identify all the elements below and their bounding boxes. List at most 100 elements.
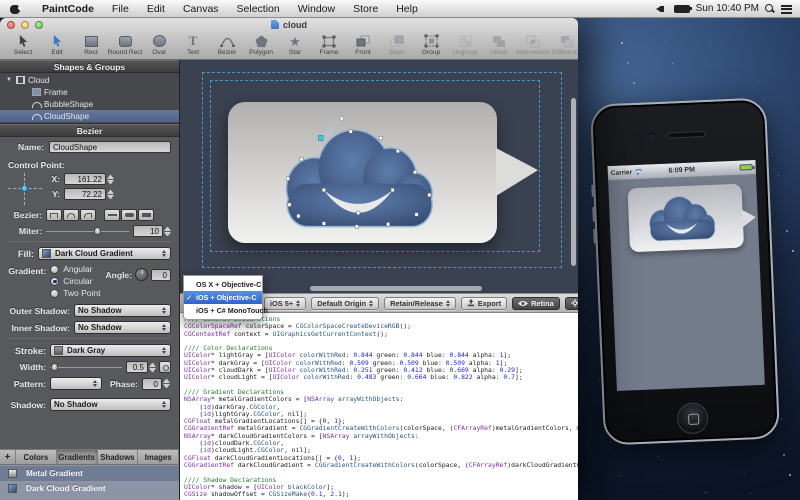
width-stepper[interactable] — [149, 361, 156, 373]
miter-slider[interactable] — [46, 225, 129, 237]
list-item-metal-gradient[interactable]: Metal Gradient — [0, 466, 179, 481]
outer-shadow-dropdown[interactable]: No Shadow — [74, 304, 171, 317]
menu-item-selection[interactable]: Selection — [228, 3, 289, 15]
width-slider[interactable] — [50, 361, 122, 373]
edit-tool-button[interactable]: Edit — [40, 33, 74, 56]
selected-control-point[interactable] — [319, 136, 323, 141]
memory-dropdown[interactable]: Retain/Release — [384, 297, 456, 310]
menu-clock[interactable]: Sun 10:40 PM — [696, 3, 759, 14]
x-field[interactable]: 161.22 — [64, 173, 106, 185]
intersection-icon — [526, 33, 540, 49]
spotlight-icon[interactable] — [765, 4, 775, 14]
canvas-toggle[interactable]: Canvas — [565, 297, 578, 310]
oval-tool-button[interactable]: Oval — [142, 33, 176, 56]
phase-field[interactable]: 0 — [142, 378, 162, 390]
cloud-shape[interactable] — [276, 112, 442, 234]
pattern-dropdown[interactable] — [50, 377, 102, 390]
bezier-tool-button[interactable]: Bezier — [210, 33, 244, 56]
menu-item-window[interactable]: Window — [289, 3, 344, 15]
angle-field[interactable]: 0 — [151, 269, 171, 281]
tool-label: Frame — [319, 49, 338, 56]
menu-item-ios-objective-c[interactable]: ✓iOS + Objective-C — [184, 291, 262, 304]
angle-knob[interactable] — [135, 268, 148, 281]
cap-type-segments[interactable] — [104, 209, 154, 221]
x-stepper[interactable] — [107, 173, 114, 185]
phase-stepper[interactable] — [163, 378, 170, 390]
star-tool-button[interactable]: ★Star — [278, 33, 312, 56]
menu-item-help[interactable]: Help — [387, 3, 427, 15]
tree-row-bubbleshape[interactable]: BubbleShape — [0, 98, 179, 110]
bezier-handle-dot[interactable] — [340, 117, 344, 121]
cap-butt-button[interactable] — [104, 209, 120, 221]
menu-item-os-x-objective-c[interactable]: OS X + Objective-C — [184, 278, 262, 291]
radio-circular[interactable] — [50, 277, 59, 286]
disclosure-triangle[interactable]: ▼ — [6, 77, 13, 83]
tab-images[interactable]: Images — [138, 450, 179, 464]
inner-shadow-dropdown[interactable]: No Shadow — [74, 321, 171, 334]
apple-menu-icon[interactable] — [10, 3, 21, 14]
corner-mixed-button[interactable] — [80, 209, 96, 221]
list-item-dark-cloud-gradient[interactable]: Dark Cloud Gradient — [0, 481, 179, 496]
y-field[interactable]: 72.22 — [64, 188, 106, 200]
stroke-options-button[interactable] — [159, 361, 171, 373]
code-line: CGSize shadowOffset = CGSizeMake(0.1, 2.… — [184, 491, 578, 498]
bezier-shape-icon — [32, 100, 41, 108]
tab-shadows[interactable]: Shadows — [98, 450, 139, 464]
group-icon — [16, 76, 25, 84]
star — [772, 155, 773, 156]
frame-tool-button[interactable]: Frame — [312, 33, 346, 56]
cap-round-button[interactable] — [121, 209, 137, 221]
retina-toggle[interactable]: Retina — [512, 297, 560, 310]
menu-item-store[interactable]: Store — [344, 3, 387, 15]
radio-two-point[interactable] — [50, 289, 59, 298]
fill-dropdown[interactable]: Dark Cloud Gradient — [38, 247, 171, 260]
title-bar[interactable]: cloud — [0, 18, 578, 32]
rect-tool-button[interactable]: Rect — [74, 33, 108, 56]
tree-row-cloud[interactable]: ▼Cloud — [0, 74, 179, 86]
export-button[interactable]: Export — [461, 297, 507, 310]
menu-item-canvas[interactable]: Canvas — [174, 3, 228, 15]
polygon-icon — [255, 33, 268, 49]
select-tool-button[interactable]: Select — [6, 33, 40, 56]
front-tool-button[interactable]: Front — [346, 33, 380, 56]
corner-type-segments[interactable] — [46, 209, 96, 221]
corner-sharp-button[interactable] — [46, 209, 62, 221]
radio-angular[interactable] — [50, 265, 59, 274]
round-rect-tool-button[interactable]: Round Rect — [108, 33, 142, 56]
volume-icon[interactable] — [656, 4, 668, 14]
text-tool-button[interactable]: TText — [176, 33, 210, 56]
miter-field[interactable]: 10 — [133, 225, 163, 237]
vertical-scrollbar[interactable] — [571, 98, 576, 266]
phone-status-bar: Carrier 6:09 PM — [608, 160, 756, 181]
menu-item-file[interactable]: File — [103, 3, 138, 15]
horizontal-scrollbar[interactable] — [310, 286, 482, 291]
drawing-canvas[interactable] — [180, 60, 578, 293]
group-tool-button[interactable]: Group — [414, 33, 448, 56]
menu-item-edit[interactable]: Edit — [138, 3, 174, 15]
shadow-dropdown[interactable]: No Shadow — [50, 398, 171, 411]
tab-colors[interactable]: Colors — [16, 450, 57, 464]
miter-stepper[interactable] — [164, 225, 171, 237]
corner-round-button[interactable] — [63, 209, 79, 221]
name-field[interactable]: CloudShape — [49, 141, 171, 153]
tab-gradients[interactable]: Gradients — [57, 450, 98, 464]
text-icon: T — [189, 33, 198, 49]
document-icon — [271, 20, 279, 29]
generated-code-view[interactable]: //// General DeclarationsCGColorSpaceRef… — [180, 314, 578, 500]
battery-icon[interactable] — [674, 5, 690, 13]
tree-row-cloudshape[interactable]: CloudShape — [0, 110, 179, 122]
tree-row-frame[interactable]: Frame — [0, 86, 179, 98]
radio-circular-label: Circular — [63, 276, 92, 286]
stroke-dropdown[interactable]: Dark Gray — [50, 344, 171, 357]
add-item-button[interactable]: + — [0, 450, 16, 464]
menu-item-ios-c-monotouch[interactable]: iOS + C# MonoTouch — [184, 304, 262, 317]
origin-dropdown[interactable]: Default Origin — [311, 297, 379, 310]
ios5-dropdown[interactable]: iOS 5+ — [264, 297, 306, 310]
y-stepper[interactable] — [107, 188, 114, 200]
control-point-crosshair[interactable] — [8, 173, 42, 205]
polygon-tool-button[interactable]: Polygon — [244, 33, 278, 56]
cap-square-button[interactable] — [138, 209, 154, 221]
menu-item-paintcode[interactable]: PaintCode — [33, 3, 103, 15]
notification-center-icon[interactable] — [781, 5, 792, 14]
width-field[interactable]: 0.5 — [126, 361, 148, 373]
